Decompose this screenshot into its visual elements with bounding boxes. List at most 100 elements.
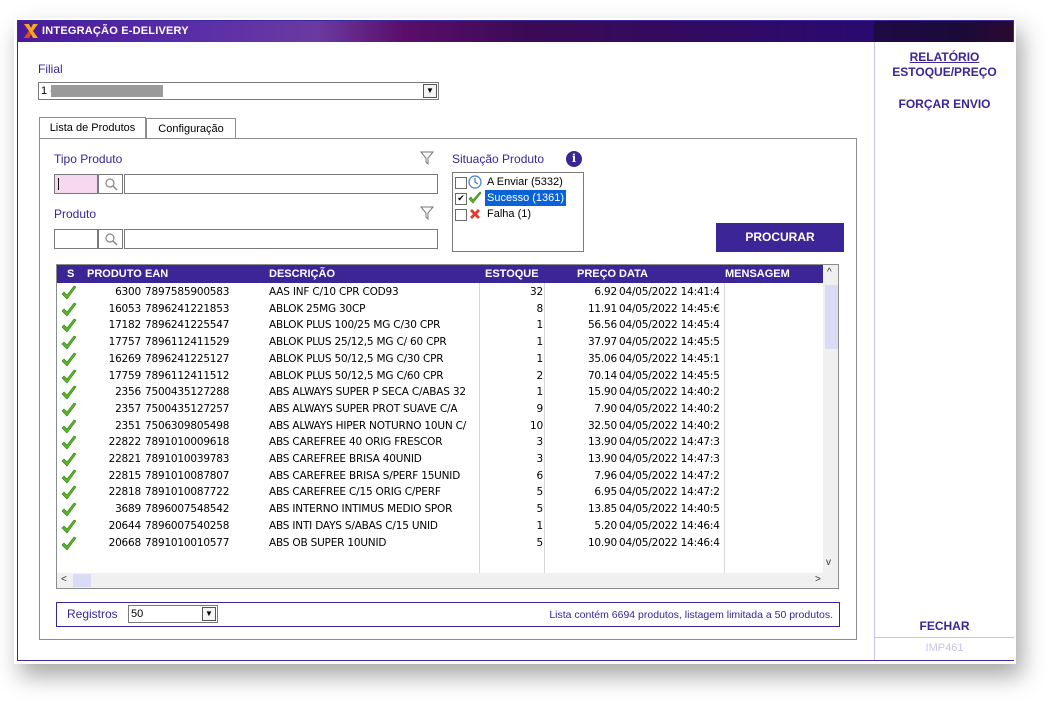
cell-descricao: ABLOK PLUS 50/12,5 MG C/60 CPR: [269, 369, 444, 382]
col-data[interactable]: DATA: [619, 268, 648, 280]
cell-descricao: ABS INTERNO INTIMUS MEDIO SPOR: [269, 503, 453, 516]
registros-value: 50: [131, 608, 144, 620]
filial-redacted: [51, 85, 163, 97]
cell-ean: 7891010009618: [145, 436, 230, 449]
cell-data: 04/05/2022 14:47:3: [619, 453, 720, 465]
table-row[interactable]: 22815 7891010087807 ABS CAREFREE BRISA S/P…: [57, 469, 823, 486]
col-descricao[interactable]: DESCRIÇÃO: [269, 268, 335, 280]
col-divider: [479, 283, 480, 573]
grid-footer: Registros 50 ▼ Lista contém 6694 produto…: [56, 602, 840, 627]
cell-produto: 2351: [115, 419, 141, 432]
table-row[interactable]: 2351 7506309805498 ABS ALWAYS HIPER NOTURN…: [57, 419, 823, 436]
checkbox[interactable]: [455, 177, 467, 189]
table-row[interactable]: 22818 7891010087722 ABS CAREFREE C/15 ORIG…: [57, 485, 823, 502]
filter-funnel-icon[interactable]: [420, 151, 434, 165]
tab-lista-produtos[interactable]: Lista de Produtos: [39, 117, 146, 139]
col-divider: [544, 283, 545, 573]
cell-ean: 7896007548542: [145, 503, 230, 516]
horizontal-scrollbar[interactable]: < >: [57, 573, 838, 588]
checkbox[interactable]: ✔: [455, 193, 467, 205]
table-row[interactable]: 17182 7896241225547 ABLOK PLUS 100/25 MG C…: [57, 318, 823, 335]
cell-data: 04/05/2022 14:40:2: [619, 402, 720, 415]
scroll-thumb[interactable]: [73, 574, 91, 587]
cell-data: 04/05/2022 14:47:2: [619, 469, 720, 482]
produto-description-input[interactable]: [124, 229, 438, 249]
tipo-produto-description-input[interactable]: [124, 174, 438, 194]
cell-preco: 7.90: [594, 402, 617, 415]
col-s[interactable]: S: [67, 268, 74, 280]
scroll-right-icon[interactable]: >: [815, 574, 821, 585]
col-ean[interactable]: EAN: [145, 268, 168, 280]
filial-select[interactable]: 1 - ▼: [38, 82, 439, 100]
cell-data: 04/05/2022 14:45:€: [619, 302, 720, 315]
produto-code-input[interactable]: [54, 229, 98, 249]
cell-ean: 7896241225547: [145, 319, 230, 332]
cell-descricao: ABS ALWAYS HIPER NOTURNO 10UN C/: [269, 419, 467, 432]
chevron-down-icon[interactable]: ▼: [202, 607, 216, 621]
scroll-down-icon[interactable]: v: [826, 557, 831, 568]
cell-descricao: AAS INF C/10 CPR COD93: [269, 286, 399, 298]
col-preco[interactable]: PREÇO: [577, 268, 616, 280]
table-row[interactable]: 17759 7896112411512 ABLOK PLUS 50/12,5 MG …: [57, 369, 823, 386]
table-row[interactable]: 22822 7891010009618 ABS CAREFREE 40 ORIG F…: [57, 435, 823, 452]
cell-preco: 56.56: [587, 319, 617, 332]
col-mensagem[interactable]: MENSAGEM: [725, 268, 790, 280]
table-row[interactable]: 22821 7891010039783 ABS CAREFREE BRISA 40U…: [57, 452, 823, 469]
title-bar-right: [874, 21, 1013, 42]
cell-preco: 13.90: [587, 436, 617, 449]
situacao-item-falha[interactable]: Falha (1): [455, 206, 581, 222]
cell-data: 04/05/2022 14:47:2: [619, 486, 720, 499]
cell-data: 04/05/2022 14:40:2: [619, 419, 720, 432]
check-icon: [61, 335, 77, 350]
cell-descricao: ABLOK PLUS 50/12,5 MG C/30 CPR: [269, 352, 444, 365]
fechar-link[interactable]: FECHAR: [875, 619, 1014, 634]
registros-select[interactable]: 50 ▼: [128, 605, 218, 623]
col-produto[interactable]: PRODUTO: [87, 268, 142, 280]
relatorio-estoque-preco-link[interactable]: RELATÓRIO ESTOQUE/PREÇO: [875, 50, 1014, 80]
forcar-envio-link[interactable]: FORÇAR ENVIO: [875, 97, 1014, 112]
situacao-item-sucesso[interactable]: ✔ Sucesso (1361): [455, 190, 581, 206]
scroll-thumb[interactable]: [825, 285, 838, 349]
table-row[interactable]: 20668 7891010010577 ABS OB SUPER 10UNID 5 10…: [57, 536, 823, 553]
situacao-item-a-enviar[interactable]: A Enviar (5332): [455, 174, 581, 190]
produto-search-button[interactable]: [98, 229, 123, 249]
cell-estoque: 5: [536, 486, 543, 499]
filter-funnel-icon[interactable]: [420, 206, 434, 220]
table-row[interactable]: 2357 7500435127257 ABS ALWAYS SUPER PROT S…: [57, 402, 823, 419]
tab-configuracao[interactable]: Configuração: [146, 118, 236, 138]
check-icon: [61, 402, 77, 417]
cell-descricao: ABLOK 25MG 30CP: [269, 302, 366, 315]
check-icon: [61, 369, 77, 383]
check-icon: [61, 469, 77, 484]
cell-estoque: 1: [536, 319, 543, 332]
window-title: INTEGRAÇÃO E-DELIVERY: [42, 25, 189, 37]
scroll-up-icon[interactable]: ^: [827, 267, 832, 278]
procurar-button[interactable]: PROCURAR: [716, 223, 844, 252]
checkbox[interactable]: [455, 209, 467, 221]
side-separator: [875, 637, 1014, 638]
title-bar: INTEGRAÇÃO E-DELIVERY: [18, 21, 874, 42]
table-row[interactable]: 17757 7896112411529 ABLOK PLUS 25/12,5 MG …: [57, 335, 823, 352]
table-row[interactable]: 16269 7896241225127 ABLOK PLUS 50/12,5 MG …: [57, 352, 823, 369]
vertical-scrollbar[interactable]: ^ v: [823, 265, 838, 573]
table-row[interactable]: 6300 7897585900583 AAS INF C/10 CPR COD93 3…: [57, 285, 823, 302]
check-icon: [61, 536, 77, 550]
cell-descricao: ABLOK PLUS 25/12,5 MG C/ 60 CPR: [269, 336, 447, 349]
info-icon[interactable]: i: [566, 151, 582, 167]
chevron-down-icon[interactable]: ▼: [423, 84, 437, 98]
tipo-produto-code-input[interactable]: [54, 174, 98, 194]
cell-produto: 16053: [108, 302, 141, 315]
col-estoque[interactable]: ESTOQUE: [485, 268, 539, 280]
scroll-left-icon[interactable]: <: [61, 574, 67, 585]
table-row[interactable]: 16053 7896241221853 ABLOK 25MG 30CP 8 11.91 0…: [57, 302, 823, 319]
cell-descricao: ABS OB SUPER 10UNID: [269, 536, 387, 549]
situacao-produto-label: Situação Produto: [452, 152, 545, 166]
cell-preco: 13.90: [587, 453, 617, 465]
cell-ean: 7506309805498: [145, 419, 230, 432]
table-row[interactable]: 2356 7500435127288 ABS ALWAYS SUPER P SECA…: [57, 385, 823, 402]
tipo-produto-search-button[interactable]: [98, 174, 123, 194]
table-row[interactable]: 20644 7896007540258 ABS INTI DAYS S/ABAS C…: [57, 519, 823, 536]
table-row[interactable]: 3689 7896007548542 ABS INTERNO INTIMUS MED…: [57, 502, 823, 519]
registros-label: Registros: [67, 607, 118, 621]
cell-descricao: ABS CAREFREE BRISA 40UNID: [269, 453, 422, 465]
